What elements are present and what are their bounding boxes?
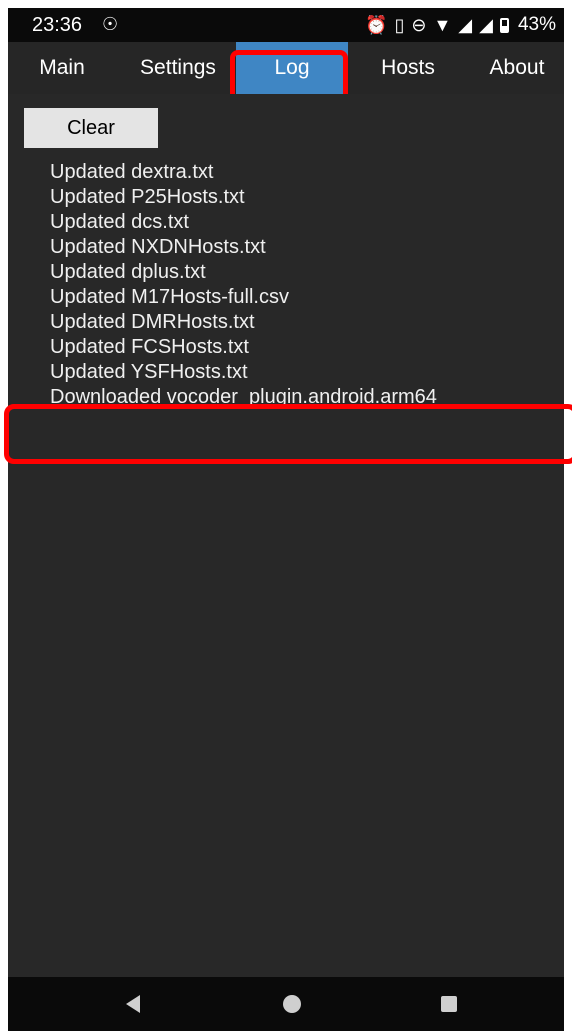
recents-icon[interactable]	[441, 996, 457, 1012]
tab-hosts[interactable]: Hosts	[360, 42, 456, 94]
battery-percentage: 43%	[517, 14, 556, 35]
app-screen: 23:36 ☉ ⏰ ▯ ⊖ ▼ ◢ ◢ 43% Main Settings Lo…	[0, 0, 572, 1031]
log-line-downloaded: Downloaded vocoder_plugin.android.arm64	[50, 386, 437, 408]
log-line: Updated dextra.txt	[50, 161, 214, 183]
data-saver-icon: ☉	[102, 14, 119, 34]
log-line: Updated dcs.txt	[50, 211, 189, 233]
log-line: Updated FCSHosts.txt	[50, 336, 249, 358]
home-icon[interactable]	[283, 995, 301, 1013]
tab-settings[interactable]: Settings	[118, 42, 238, 94]
vibrate-icon: ▯	[394, 14, 405, 35]
signal-icon: ◢	[458, 14, 473, 35]
tab-log[interactable]: Log	[236, 42, 348, 94]
status-bar: 23:36 ☉ ⏰ ▯ ⊖ ▼ ◢ ◢ 43%	[8, 8, 564, 42]
tab-main[interactable]: Main	[26, 42, 98, 94]
log-line: Updated dplus.txt	[50, 261, 206, 283]
log-line: Updated YSFHosts.txt	[50, 361, 248, 383]
status-time: 23:36	[32, 14, 83, 36]
navigation-bar	[8, 977, 564, 1031]
clear-button[interactable]: Clear	[24, 108, 158, 148]
do-not-disturb-icon: ⊖	[411, 14, 427, 35]
log-panel: Clear Updated dextra.txt Updated P25Host…	[8, 94, 564, 977]
log-line: Updated P25Hosts.txt	[50, 186, 245, 208]
log-line: Updated DMRHosts.txt	[50, 311, 255, 333]
alarm-icon: ⏰	[365, 14, 388, 35]
back-icon[interactable]	[126, 995, 140, 1013]
log-line: Updated M17Hosts-full.csv	[50, 286, 289, 308]
battery-icon	[499, 17, 509, 33]
tab-about[interactable]: About	[470, 42, 564, 94]
status-icons: ⏰ ▯ ⊖ ▼ ◢ ◢ 43%	[365, 14, 556, 36]
tab-bar: Main Settings Log Hosts About	[8, 42, 564, 94]
signal-icon: ◢	[479, 14, 493, 35]
wifi-icon: ▼	[433, 14, 452, 35]
log-line: Updated NXDNHosts.txt	[50, 236, 266, 258]
log-list: Updated dextra.txt Updated P25Hosts.txt …	[50, 160, 437, 410]
